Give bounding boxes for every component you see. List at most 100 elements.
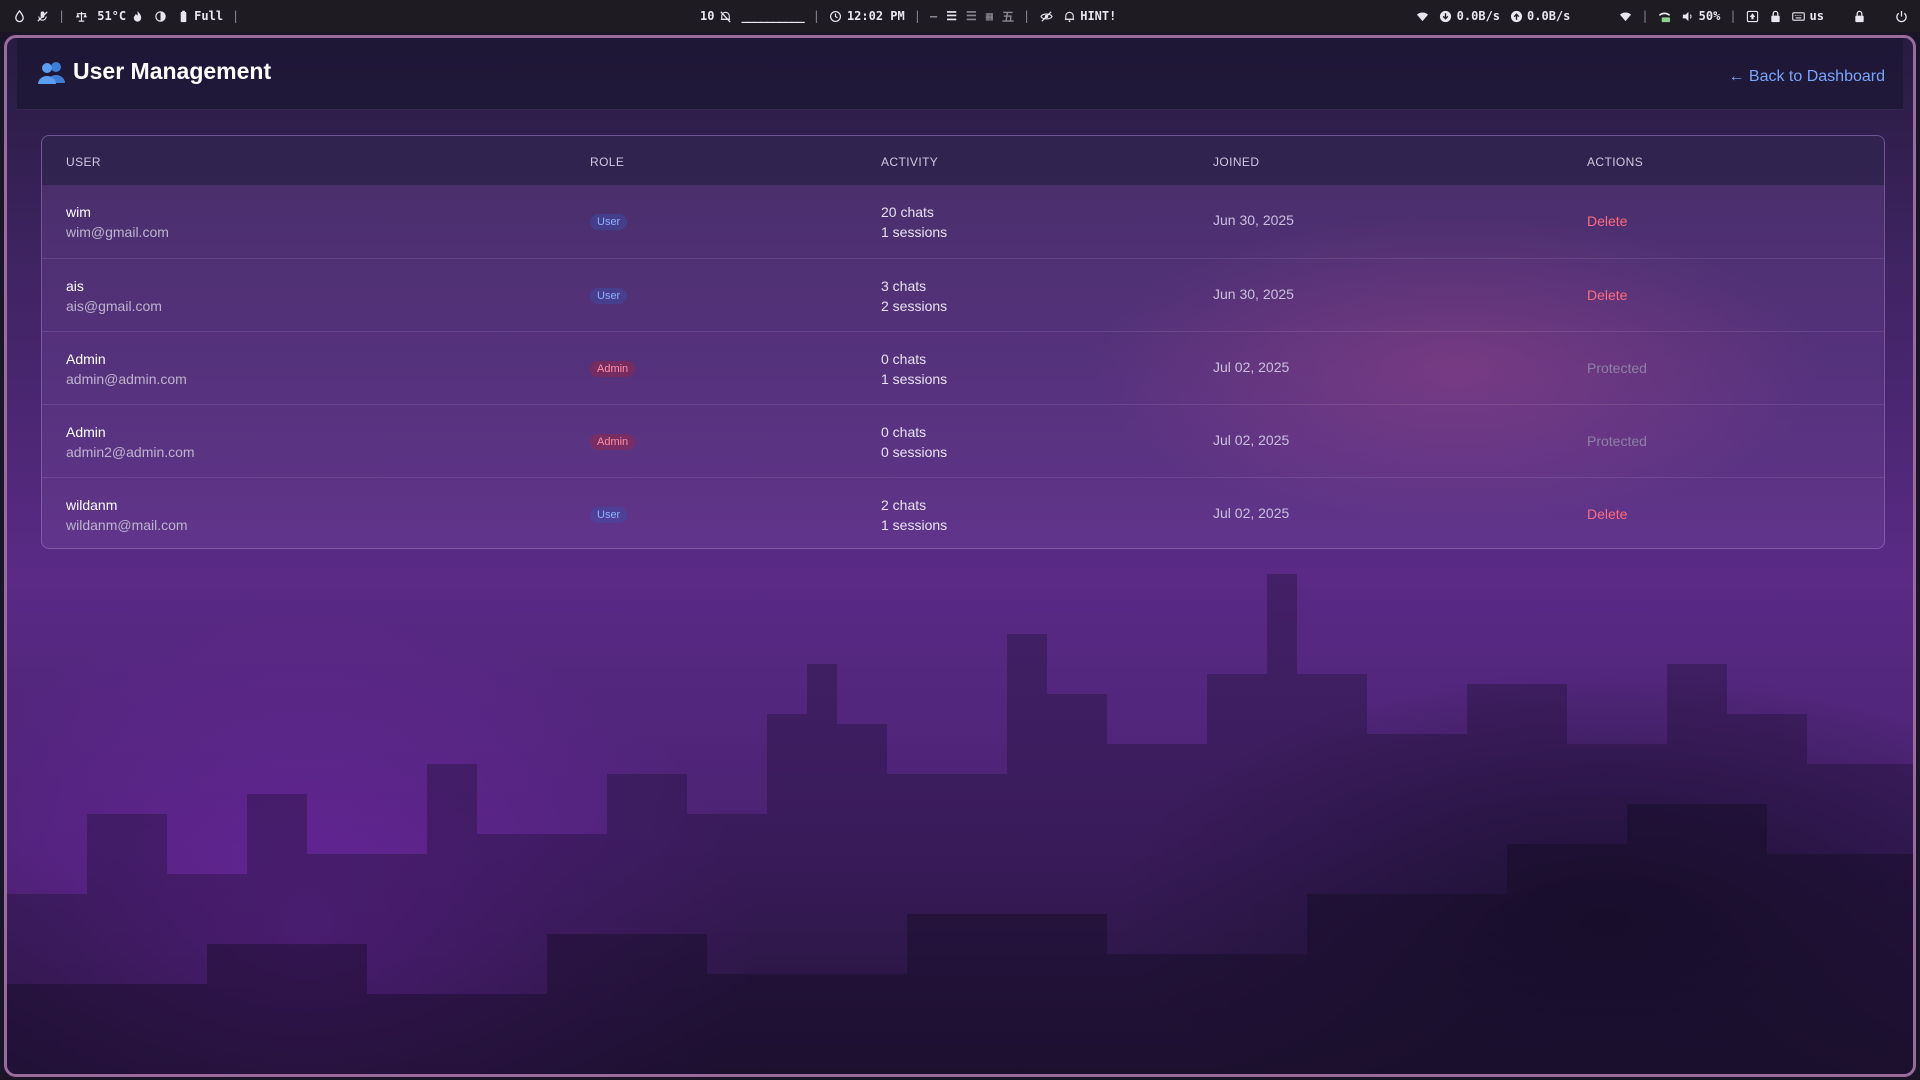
protected-label: Protected <box>1587 433 1647 449</box>
sessions-count: 1 sessions <box>881 371 948 387</box>
joined-date: Jul 02, 2025 <box>1213 432 1290 448</box>
user-name: wildanm <box>66 497 118 513</box>
activity-cell: 0 chats 1 sessions <box>881 349 947 389</box>
role-cell: Admin <box>590 432 636 450</box>
battery-icon <box>176 9 190 23</box>
wifi-signal-icon[interactable] <box>1618 9 1632 23</box>
table-header: USER ROLE ACTIVITY JOINED ACTIONS <box>42 136 1884 185</box>
joined-date: Jul 02, 2025 <box>1213 359 1290 375</box>
sessions-count: 0 sessions <box>881 444 948 460</box>
layout-icon-lines[interactable]: ☰ <box>966 9 977 23</box>
user-email: wildanm@mail.com <box>66 517 188 533</box>
temperature-value: 51°C <box>97 9 127 23</box>
protected-label: Protected <box>1587 360 1647 376</box>
status-separator: | <box>1641 9 1649 23</box>
table-body: wim wim@gmail.com User 20 chats 1 sessio… <box>42 185 1884 548</box>
keyboard-layout-value: us <box>1809 9 1824 23</box>
chats-count: 3 chats <box>881 278 927 294</box>
download-icon <box>1439 9 1453 23</box>
user-email: wim@gmail.com <box>66 224 169 240</box>
column-header-user[interactable]: USER <box>66 155 101 169</box>
network-icon[interactable] <box>1658 9 1672 23</box>
users-table: USER ROLE ACTIVITY JOINED ACTIONS wim wi… <box>41 135 1885 549</box>
keyboard-layout[interactable]: us <box>1792 9 1824 23</box>
users-icon <box>37 59 67 85</box>
mic-off-icon[interactable] <box>35 9 49 23</box>
chats-count: 0 chats <box>881 424 927 440</box>
column-header-role[interactable]: ROLE <box>590 155 624 169</box>
delete-button[interactable]: Delete <box>1587 287 1627 303</box>
role-badge: User <box>590 507 628 523</box>
layout-icon-dash[interactable]: — <box>930 9 937 23</box>
network-down: 0.0B/s <box>1439 9 1500 23</box>
user-cell: Admin admin@admin.com <box>66 349 187 389</box>
column-header-actions: ACTIONS <box>1587 155 1644 169</box>
status-separator: | <box>1022 9 1031 23</box>
eye-off-icon[interactable] <box>1039 9 1053 23</box>
net-down-value: 0.0B/s <box>1456 9 1501 23</box>
role-badge: User <box>590 214 628 230</box>
flame-icon <box>130 9 144 23</box>
caps-lock-icon <box>1746 9 1760 23</box>
layout-icon-grid[interactable]: ▦ <box>986 9 993 23</box>
status-bar-left: | 51°C Full | <box>12 0 239 32</box>
workspace-number: 10 <box>700 9 715 23</box>
actions-cell: Delete <box>1587 287 1627 303</box>
volume[interactable]: 50% <box>1681 9 1721 23</box>
sessions-count: 1 sessions <box>881 517 948 533</box>
network-up: 0.0B/s <box>1509 9 1570 23</box>
volume-value: 50% <box>1698 9 1721 23</box>
status-separator: | <box>913 9 921 23</box>
app-window: User Management ← Back to Dashboard USER… <box>4 35 1916 1077</box>
lock-icon[interactable] <box>1852 9 1866 23</box>
table-row: wildanm wildanm@mail.com User 2 chats 1 … <box>42 477 1884 548</box>
upload-icon <box>1509 9 1523 23</box>
activity-cell: 2 chats 1 sessions <box>881 495 947 535</box>
clock-time: 12:02 PM <box>846 9 905 23</box>
user-name: wim <box>66 204 91 220</box>
workspace-indicator[interactable]: 10 <box>700 9 732 23</box>
sessions-count: 2 sessions <box>881 298 948 314</box>
actions-cell: Delete <box>1587 213 1627 229</box>
chats-count: 0 chats <box>881 351 927 367</box>
wifi-icon <box>1416 9 1430 23</box>
page-title-text: User Management <box>73 58 272 84</box>
role-badge: Admin <box>590 361 636 377</box>
sessions-count: 1 sessions <box>881 224 948 240</box>
hint-indicator[interactable]: HINT! <box>1062 9 1116 23</box>
status-separator: | <box>232 9 240 23</box>
joined-date: Jun 30, 2025 <box>1213 286 1294 302</box>
user-cell: Admin admin2@admin.com <box>66 422 195 462</box>
role-badge: User <box>590 288 628 304</box>
power-icon[interactable] <box>1894 9 1908 23</box>
back-to-dashboard-link[interactable]: ← Back to Dashboard <box>1728 68 1885 86</box>
table-row: wim wim@gmail.com User 20 chats 1 sessio… <box>42 185 1884 258</box>
user-email: admin@admin.com <box>66 371 187 387</box>
delete-button[interactable]: Delete <box>1587 506 1627 522</box>
bell-icon <box>1062 9 1076 23</box>
user-email: admin2@admin.com <box>66 444 195 460</box>
status-separator: | <box>1729 9 1737 23</box>
keyboard-icon <box>1792 9 1806 23</box>
scale-icon <box>74 9 88 23</box>
page-title: User Management <box>37 58 271 85</box>
activity-cell: 3 chats 2 sessions <box>881 276 947 316</box>
layout-icon-kanji[interactable]: 五 <box>1002 8 1014 25</box>
app-header: User Management ← Back to Dashboard <box>17 38 1903 110</box>
column-header-joined[interactable]: JOINED <box>1213 155 1259 169</box>
clock[interactable]: 12:02 PM <box>829 9 905 23</box>
role-cell: User <box>590 286 628 304</box>
layout-icon-equals[interactable]: ☰ <box>946 9 957 23</box>
user-name: Admin <box>66 351 106 367</box>
user-cell: wim wim@gmail.com <box>66 202 169 242</box>
delete-button[interactable]: Delete <box>1587 213 1627 229</box>
role-badge: Admin <box>590 434 636 450</box>
column-header-activity[interactable]: ACTIVITY <box>881 155 938 169</box>
activity-cell: 0 chats 0 sessions <box>881 422 947 462</box>
contrast-icon[interactable] <box>153 9 167 23</box>
clock-icon <box>829 9 843 23</box>
status-bar-right: 0.0B/s 0.0B/s | 50% | us <box>1416 0 1908 32</box>
workspace-bar[interactable]: __________ <box>741 9 804 23</box>
cpu-temperature: 51°C <box>97 9 144 23</box>
joined-date: Jul 02, 2025 <box>1213 505 1290 521</box>
